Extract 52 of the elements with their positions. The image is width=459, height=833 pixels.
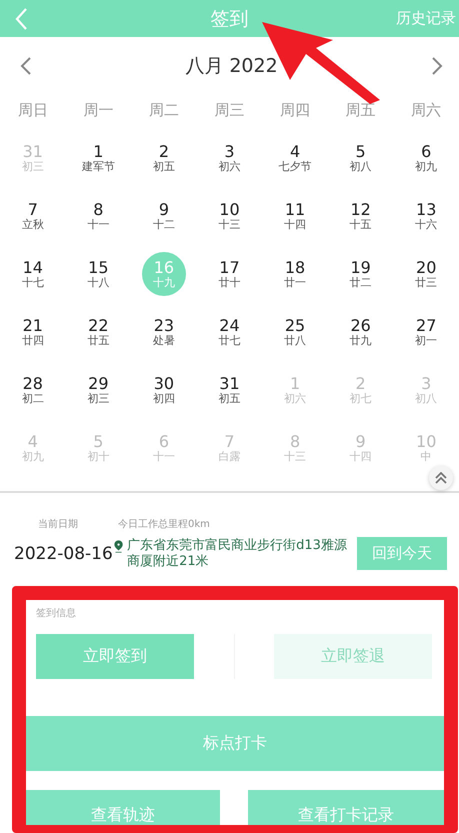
- calendar-day[interactable]: 14 十七: [18, 257, 48, 291]
- current-date: 2022-08-16: [14, 544, 114, 564]
- back-icon: [14, 6, 28, 30]
- weekday-label: 周一: [83, 101, 114, 119]
- date-label: 当前日期: [38, 518, 79, 531]
- weekday-label: 周日: [18, 101, 48, 119]
- calendar-day[interactable]: 11 十四: [280, 199, 310, 233]
- calendar-day[interactable]: 17 廿十: [214, 257, 244, 291]
- calendar-day[interactable]: 27 初一: [411, 315, 442, 349]
- weekday-label: 周二: [148, 101, 179, 119]
- calendar-day[interactable]: 12 十五: [346, 199, 376, 233]
- calendar-day[interactable]: 3 初六: [214, 141, 244, 175]
- location-text: 广东省东莞市富民商业步行街d13雅源商厦附近21米: [127, 538, 348, 570]
- calendar-day[interactable]: 10 十三: [214, 199, 244, 233]
- calendar-day[interactable]: 19 廿二: [346, 257, 376, 291]
- calendar-day[interactable]: 20 廿三: [411, 257, 442, 291]
- calendar-day[interactable]: 21 廿四: [18, 315, 48, 349]
- calendar-day[interactable]: 7 立秋: [18, 199, 48, 233]
- mileage-text: 今日工作总里程0km: [118, 518, 210, 531]
- weekday-label: 周四: [280, 101, 310, 119]
- chevron-left-icon: [20, 56, 32, 76]
- prev-month-button[interactable]: [20, 56, 32, 76]
- calendar-day[interactable]: 9 十二: [148, 199, 179, 233]
- calendar-day[interactable]: 23 处暑: [148, 315, 179, 349]
- page-title: 签到: [210, 8, 248, 30]
- calendar-day[interactable]: 25 廿八: [280, 315, 310, 349]
- scroll-up-button[interactable]: [429, 466, 453, 490]
- section-label: 签到信息: [35, 606, 77, 620]
- calendar-day[interactable]: 22 廿五: [83, 315, 114, 349]
- month-title: 八月 2022: [185, 54, 278, 79]
- chevron-right-icon: [431, 56, 443, 76]
- weekday-label: 周三: [214, 101, 244, 119]
- calendar-day[interactable]: 1 建军节: [82, 141, 115, 175]
- calendar-day[interactable]: 5 初八: [346, 141, 376, 175]
- calendar-day[interactable]: 30 初四: [148, 373, 179, 407]
- calendar-day[interactable]: 18 廿一: [280, 257, 310, 291]
- calendar-day[interactable]: 31 初五: [214, 373, 244, 407]
- calendar-day[interactable]: 6 初九: [411, 141, 442, 175]
- next-month-button[interactable]: [431, 56, 443, 76]
- calendar-day[interactable]: 13 十六: [411, 199, 442, 233]
- double-chevron-up-icon: [434, 472, 448, 484]
- calendar-day[interactable]: 24 廿七: [214, 315, 244, 349]
- calendar-day[interactable]: 8 十一: [83, 199, 114, 233]
- calendar-day[interactable]: 15 十八: [83, 257, 114, 291]
- calendar-day[interactable]: 29 初三: [83, 373, 114, 407]
- location-pin-icon: [114, 538, 124, 554]
- calendar-day[interactable]: 4 七夕节: [278, 141, 312, 175]
- weekday-label: 周六: [411, 101, 442, 119]
- weekday-label: 周五: [346, 101, 376, 119]
- calendar-day[interactable]: 2 初五: [148, 141, 179, 175]
- calendar-day[interactable]: 26 廿九: [346, 315, 376, 349]
- calendar-day[interactable]: 28 初二: [18, 373, 48, 407]
